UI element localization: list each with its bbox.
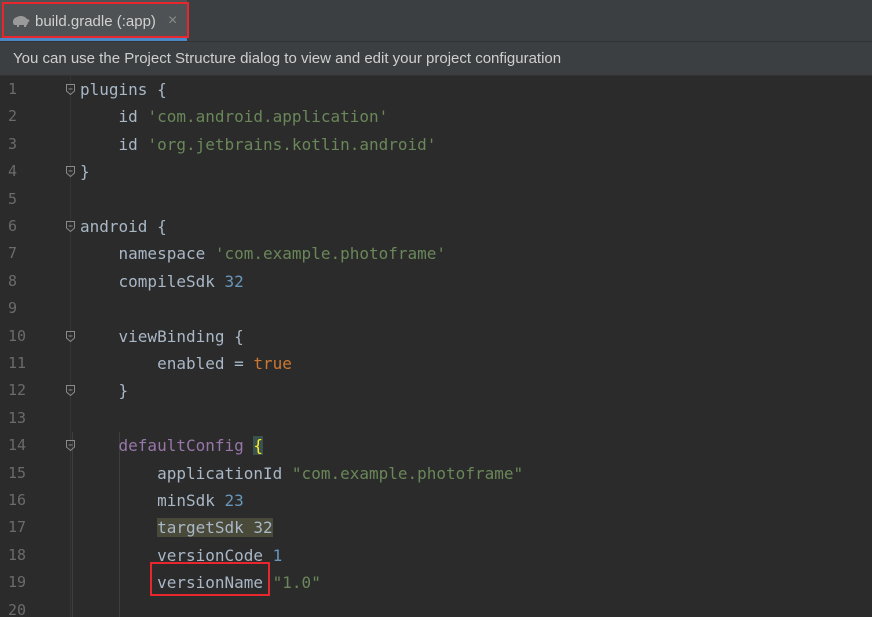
code-token: enabled = (80, 354, 254, 373)
code-text: } (80, 158, 90, 185)
code-token: compileSdk (80, 271, 225, 291)
line-number: 12 (8, 381, 27, 400)
code-text: applicationId "com.example.photoframe" (80, 460, 523, 487)
code-token: applicationId (80, 463, 292, 483)
line-number: 2 (8, 107, 18, 126)
code-editor[interactable]: 1 plugins {2 id 'com.android.application'… (0, 76, 872, 617)
line-number: 9 (8, 299, 18, 318)
fold-marker-icon[interactable] (66, 385, 75, 397)
code-line[interactable]: 12 } (0, 377, 872, 404)
code-line[interactable]: 6 android { (0, 213, 872, 240)
code-line[interactable]: 16 minSdk 23 (0, 487, 872, 514)
code-line[interactable]: 19 versionName "1.0" (0, 569, 872, 596)
code-line[interactable]: 1 plugins { (0, 76, 872, 103)
code-line[interactable]: 2 id 'com.android.application' (0, 103, 872, 130)
code-text: id 'com.android.application' (80, 103, 389, 130)
line-number: 4 (8, 162, 18, 181)
minsdk-annotation-box (150, 562, 270, 596)
code-line[interactable]: 18 versionCode 1 (0, 542, 872, 569)
code-token: id (80, 134, 148, 154)
active-tab-indicator (0, 38, 187, 41)
code-line[interactable]: 9 (0, 295, 872, 322)
code-token: { (157, 80, 167, 99)
code-token: minSdk (80, 491, 225, 510)
code-line[interactable]: 14 defaultConfig { (0, 432, 872, 459)
tab-annotation-box (2, 2, 189, 38)
code-text: enabled = true (80, 350, 292, 377)
line-number: 1 (8, 80, 18, 98)
code-line[interactable]: 10 viewBinding { (0, 323, 872, 350)
code-token: 1 (272, 545, 283, 565)
fold-marker-icon[interactable] (66, 84, 75, 95)
code-token: { (157, 217, 167, 236)
code-line[interactable]: 8 compileSdk 32 (0, 268, 872, 295)
code-line[interactable]: 5 (0, 186, 872, 213)
code-text: viewBinding { (80, 323, 244, 350)
code-text: id 'org.jetbrains.kotlin.android' (80, 131, 437, 158)
line-number: 14 (8, 436, 27, 455)
code-line[interactable]: 11 enabled = true (0, 350, 872, 377)
fold-marker-icon[interactable] (66, 440, 75, 452)
code-token: plugins (80, 80, 158, 99)
code-text: android { (80, 213, 167, 240)
fold-marker-icon[interactable] (66, 221, 75, 232)
editor-tab-bar: build.gradle (:app) × (0, 0, 872, 42)
fold-marker-icon[interactable] (66, 330, 75, 342)
line-number: 8 (8, 271, 18, 290)
line-number: 17 (8, 518, 27, 537)
code-token: targetSdk 32 (157, 518, 273, 538)
line-number: 19 (8, 573, 27, 592)
line-number: 18 (8, 545, 27, 564)
code-token: viewBinding (80, 326, 235, 346)
code-token: } (80, 162, 90, 182)
code-token: id (80, 107, 148, 127)
code-line[interactable]: 17 targetSdk 32 (0, 514, 872, 541)
line-number: 15 (8, 463, 27, 482)
code-text: plugins { (80, 76, 167, 103)
line-number: 6 (8, 217, 18, 235)
code-token: { (234, 326, 244, 346)
code-line[interactable]: 7 namespace 'com.example.photoframe' (0, 240, 872, 267)
line-number: 7 (8, 244, 18, 263)
code-line[interactable]: 20 (0, 597, 872, 617)
code-line[interactable]: 4} (0, 158, 872, 185)
line-number: 16 (8, 491, 27, 509)
line-number: 10 (8, 326, 27, 345)
line-number: 3 (8, 134, 18, 153)
code-token: 32 (224, 271, 244, 291)
code-token: "1.0" (272, 573, 321, 593)
line-number: 11 (8, 354, 27, 372)
code-text: } (80, 377, 129, 404)
code-token: { (253, 436, 264, 456)
banner-text: You can use the Project Structure dialog… (13, 50, 562, 67)
code-token: } (80, 381, 129, 401)
code-line[interactable]: 13 (0, 405, 872, 432)
code-text: compileSdk 32 (80, 268, 244, 295)
code-token: 'com.android.application' (147, 107, 389, 127)
code-text: namespace 'com.example.photoframe' (80, 240, 447, 267)
code-token: 'org.jetbrains.kotlin.android' (147, 134, 437, 154)
code-text: targetSdk 32 (80, 514, 273, 541)
code-token: 'com.example.photoframe' (214, 244, 447, 264)
code-text: defaultConfig { (80, 432, 264, 459)
line-number: 13 (8, 408, 27, 427)
code-token: "com.example.photoframe" (291, 463, 524, 483)
fold-marker-icon[interactable] (66, 166, 75, 178)
line-number: 20 (8, 600, 27, 617)
code-text: minSdk 23 (80, 487, 244, 514)
code-token: namespace (80, 244, 215, 264)
code-token: android (80, 217, 158, 236)
code-line[interactable]: 3 id 'org.jetbrains.kotlin.android' (0, 131, 872, 158)
code-line[interactable]: 15 applicationId "com.example.photoframe… (0, 460, 872, 487)
code-token: 23 (224, 491, 244, 510)
project-structure-banner: You can use the Project Structure dialog… (0, 42, 872, 76)
code-token: defaultConfig (118, 436, 244, 456)
code-token: true (253, 354, 292, 373)
line-number: 5 (8, 189, 18, 208)
